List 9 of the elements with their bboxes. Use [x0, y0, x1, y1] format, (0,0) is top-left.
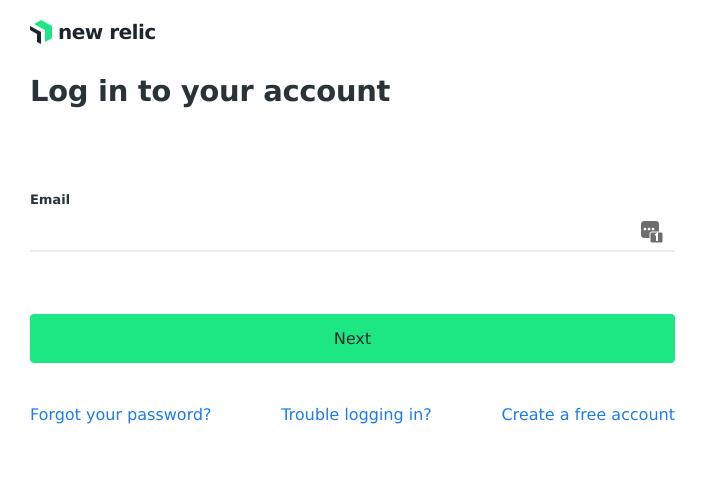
page-heading: Log in to your account	[30, 73, 392, 109]
logo-icon	[30, 20, 52, 44]
help-link[interactable]: Create a free account	[501, 405, 675, 424]
next-button[interactable]: Next	[30, 314, 675, 363]
logo-text: new relic	[58, 20, 156, 44]
email-label: Email	[30, 193, 72, 208]
help-link[interactable]: Trouble logging in?	[281, 405, 432, 424]
password-manager-icon[interactable]	[641, 221, 663, 243]
help-link[interactable]: Forgot your password?	[30, 405, 212, 424]
